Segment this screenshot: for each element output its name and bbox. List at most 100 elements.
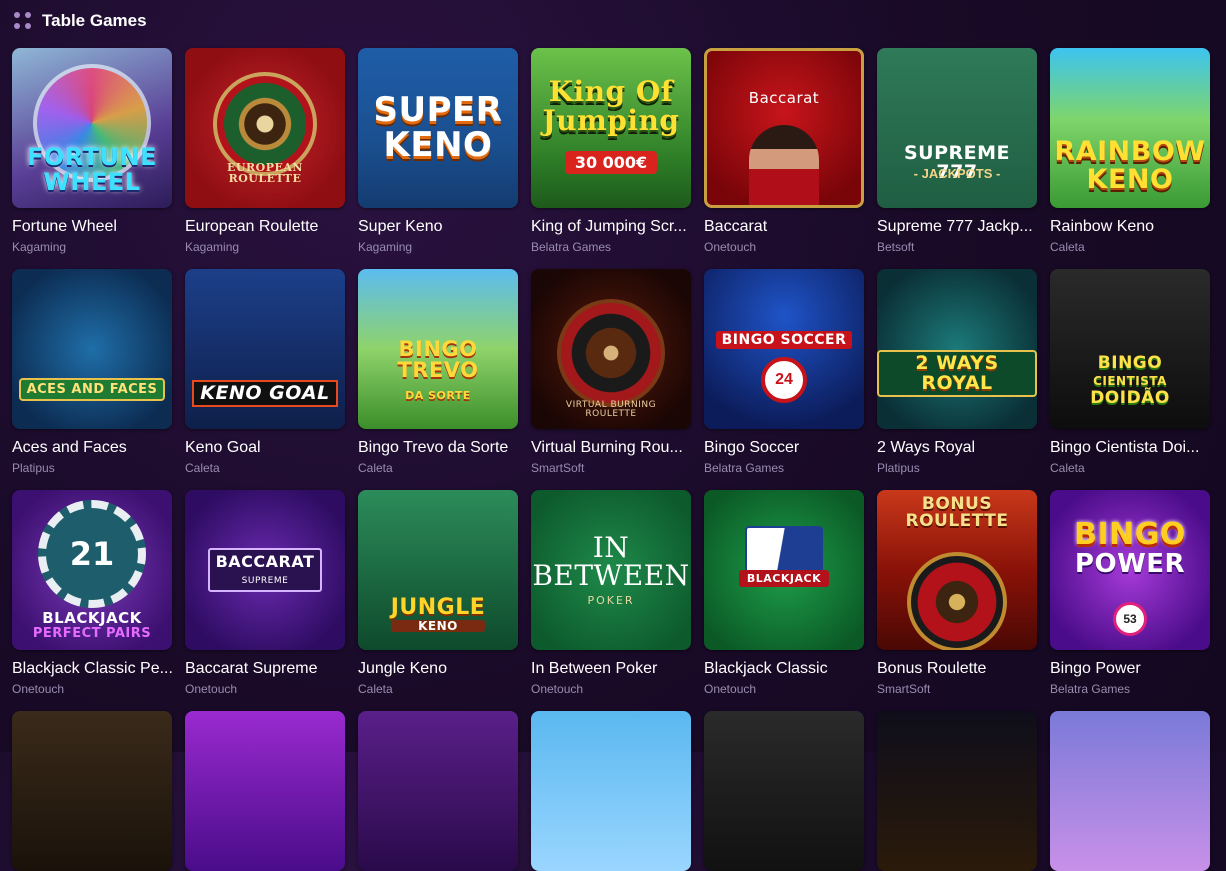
- game-card-fortune-wheel[interactable]: FORTUNE WHEEL Fortune Wheel Kagaming: [12, 48, 172, 254]
- game-thumbnail[interactable]: 21 BLACKJACK PERFECT PAIRS: [12, 490, 172, 650]
- game-thumbnail[interactable]: KENO GOAL: [185, 269, 345, 429]
- game-card-partial[interactable]: [358, 711, 518, 871]
- game-provider: Platipus: [12, 461, 55, 475]
- game-thumbnail[interactable]: [1050, 711, 1210, 871]
- game-thumbnail[interactable]: FORTUNE WHEEL: [12, 48, 172, 208]
- game-thumbnail[interactable]: SUPER KENO: [358, 48, 518, 208]
- game-thumbnail[interactable]: [12, 711, 172, 871]
- game-title[interactable]: Bingo Power: [1050, 660, 1222, 678]
- game-thumbnail[interactable]: [877, 711, 1037, 871]
- game-card-super-keno[interactable]: SUPER KENO Super Keno Kagaming: [358, 48, 518, 254]
- game-provider: Caleta: [1050, 461, 1085, 475]
- game-card-virtual-burning-roulette[interactable]: VIRTUAL BURNING ROULETTE Virtual Burning …: [531, 269, 691, 475]
- game-card-partial[interactable]: [1050, 711, 1210, 871]
- game-provider: Kagaming: [12, 240, 67, 254]
- game-title[interactable]: Bonus Roulette: [877, 660, 1049, 678]
- game-title[interactable]: In Between Poker: [531, 660, 703, 678]
- game-title[interactable]: Baccarat Supreme: [185, 660, 357, 678]
- game-card-partial[interactable]: [531, 711, 691, 871]
- game-card-2-ways-royal[interactable]: 2 WAYS ROYAL 2 Ways Royal Platipus: [877, 269, 1037, 475]
- game-thumbnail[interactable]: 2 WAYS ROYAL: [877, 269, 1037, 429]
- game-title[interactable]: Keno Goal: [185, 439, 357, 457]
- game-title[interactable]: 2 Ways Royal: [877, 439, 1049, 457]
- game-provider: Onetouch: [12, 682, 65, 696]
- game-thumbnail[interactable]: [185, 711, 345, 871]
- roulette-wheel-graphic: [907, 552, 1007, 650]
- game-title[interactable]: Rainbow Keno: [1050, 218, 1222, 236]
- game-card-keno-goal[interactable]: KENO GOAL Keno Goal Caleta: [185, 269, 345, 475]
- game-thumbnail[interactable]: [358, 711, 518, 871]
- game-card-bingo-trevo[interactable]: BINGO TREVO DA SORTE Bingo Trevo da Sorte …: [358, 269, 518, 475]
- game-title[interactable]: Baccarat: [704, 218, 876, 236]
- game-thumbnail[interactable]: [704, 711, 864, 871]
- game-thumbnail[interactable]: [531, 711, 691, 871]
- game-title[interactable]: Bingo Cientista Doi...: [1050, 439, 1222, 457]
- game-title[interactable]: Bingo Trevo da Sorte: [358, 439, 530, 457]
- game-thumbnail[interactable]: BACCARAT SUPREME: [185, 490, 345, 650]
- game-provider: Caleta: [358, 682, 393, 696]
- game-card-supreme-777[interactable]: SUPREME 777 - JACKPOTS - Supreme 777 Jac…: [877, 48, 1037, 254]
- game-card-baccarat[interactable]: Baccarat Baccarat Onetouch: [704, 48, 864, 254]
- game-title[interactable]: King of Jumping Scr...: [531, 218, 703, 236]
- game-card-baccarat-supreme[interactable]: BACCARAT SUPREME Baccarat Supreme Onetouc…: [185, 490, 345, 696]
- game-thumbnail[interactable]: BLACKJACK: [704, 490, 864, 650]
- game-thumbnail[interactable]: King Of Jumping 30 000€: [531, 48, 691, 208]
- game-thumbnail[interactable]: BINGO TREVO DA SORTE: [358, 269, 518, 429]
- game-thumbnail[interactable]: BINGO POWER 53: [1050, 490, 1210, 650]
- game-thumbnail[interactable]: BINGO CIENTISTA DOIDÃO: [1050, 269, 1210, 429]
- game-title[interactable]: Supreme 777 Jackp...: [877, 218, 1049, 236]
- game-title[interactable]: Jungle Keno: [358, 660, 530, 678]
- game-title[interactable]: Virtual Burning Rou...: [531, 439, 703, 457]
- game-card-blackjack-classic[interactable]: BLACKJACK Blackjack Classic Onetouch: [704, 490, 864, 696]
- game-thumbnail[interactable]: RAINBOW KENO: [1050, 48, 1210, 208]
- game-provider: Onetouch: [531, 682, 584, 696]
- game-provider: Betsoft: [877, 240, 915, 254]
- game-thumbnail[interactable]: IN BETWEEN POKER: [531, 490, 691, 650]
- roulette-wheel-graphic: [557, 299, 665, 407]
- game-title[interactable]: Blackjack Classic Pe...: [12, 660, 184, 678]
- game-provider: Kagaming: [185, 240, 240, 254]
- game-provider: Caleta: [358, 461, 393, 475]
- game-title[interactable]: Fortune Wheel: [12, 218, 184, 236]
- game-provider: Belatra Games: [704, 461, 785, 475]
- game-provider: Kagaming: [358, 240, 413, 254]
- casino-chip-icon: 21: [38, 500, 146, 608]
- game-card-jungle-keno[interactable]: JUNGLE KENO Jungle Keno Caleta: [358, 490, 518, 696]
- game-card-partial[interactable]: [12, 711, 172, 871]
- game-card-king-of-jumping[interactable]: King Of Jumping 30 000€ King of Jumping S…: [531, 48, 691, 254]
- game-card-bingo-power[interactable]: BINGO POWER 53 Bingo Power Belatra Games: [1050, 490, 1210, 696]
- game-thumbnail[interactable]: VIRTUAL BURNING ROULETTE: [531, 269, 691, 429]
- game-provider: Belatra Games: [531, 240, 612, 254]
- game-thumbnail[interactable]: JUNGLE KENO: [358, 490, 518, 650]
- game-thumbnail[interactable]: BINGO SOCCER 24: [704, 269, 864, 429]
- game-card-blackjack-perfect-pairs[interactable]: 21 BLACKJACK PERFECT PAIRS Blackjack Clas…: [12, 490, 173, 696]
- game-thumbnail[interactable]: BONUS ROULETTE: [877, 490, 1037, 650]
- game-title[interactable]: Bingo Soccer: [704, 439, 876, 457]
- game-card-in-between-poker[interactable]: IN BETWEEN POKER In Between Poker Onetouch: [531, 490, 691, 696]
- game-provider: SmartSoft: [531, 461, 585, 475]
- game-card-partial[interactable]: [704, 711, 864, 871]
- game-card-aces-and-faces[interactable]: ACES AND FACES Aces and Faces Platipus: [12, 269, 172, 475]
- game-provider: SmartSoft: [877, 682, 931, 696]
- game-card-bingo-soccer[interactable]: BINGO SOCCER 24 Bingo Soccer Belatra Gam…: [704, 269, 864, 475]
- game-provider: Caleta: [1050, 240, 1085, 254]
- game-title[interactable]: Aces and Faces: [12, 439, 184, 457]
- game-thumbnail[interactable]: ACES AND FACES: [12, 269, 172, 429]
- game-thumbnail[interactable]: SUPREME 777 - JACKPOTS -: [877, 48, 1037, 208]
- game-card-rainbow-keno[interactable]: RAINBOW KENO Rainbow Keno Caleta: [1050, 48, 1210, 254]
- game-card-european-roulette[interactable]: EUROPEAN ROULETTE European Roulette Kagam…: [185, 48, 345, 254]
- game-provider: Caleta: [185, 461, 220, 475]
- game-provider: Onetouch: [704, 682, 757, 696]
- game-provider: Belatra Games: [1050, 682, 1131, 696]
- game-card-bonus-roulette[interactable]: BONUS ROULETTE Bonus Roulette SmartSoft: [877, 490, 1037, 696]
- game-card-partial[interactable]: [185, 711, 345, 871]
- game-card-bingo-cientista[interactable]: BINGO CIENTISTA DOIDÃO Bingo Cientista Doi…: [1050, 269, 1210, 475]
- game-thumbnail[interactable]: EUROPEAN ROULETTE: [185, 48, 345, 208]
- game-title[interactable]: Super Keno: [358, 218, 530, 236]
- game-card-partial[interactable]: [877, 711, 1037, 871]
- game-thumbnail[interactable]: Baccarat: [704, 48, 864, 208]
- game-title[interactable]: Blackjack Classic: [704, 660, 876, 678]
- section-header: Table Games: [14, 10, 147, 32]
- game-provider: Platipus: [877, 461, 920, 475]
- game-title[interactable]: European Roulette: [185, 218, 357, 236]
